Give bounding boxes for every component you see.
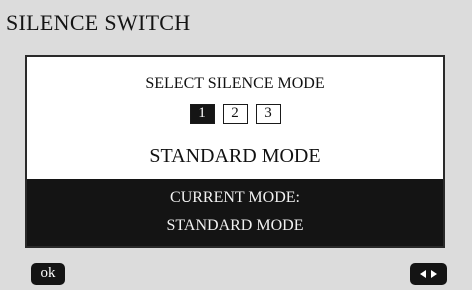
mode-3-button[interactable]: 3 <box>255 104 281 124</box>
selected-mode-name: STANDARD MODE <box>149 145 321 167</box>
mode-1-button[interactable]: 1 <box>189 104 215 124</box>
select-silence-mode-label: SELECT SILENCE MODE <box>145 75 325 92</box>
current-mode-box: CURRENT MODE: STANDARD MODE <box>27 179 443 246</box>
navigate-button[interactable] <box>410 263 447 285</box>
left-right-arrows-icon <box>420 270 437 278</box>
silence-mode-panel: SELECT SILENCE MODE 1 2 3 STANDARD MODE … <box>25 55 445 248</box>
mode-selector: 1 2 3 <box>27 104 443 124</box>
current-mode-value: STANDARD MODE <box>166 217 304 234</box>
mode-2-button[interactable]: 2 <box>222 104 248 124</box>
page-title: SILENCE SWITCH <box>6 10 191 35</box>
current-mode-label: CURRENT MODE: <box>170 189 300 206</box>
ok-button[interactable]: ok <box>31 263 65 285</box>
header-bar: SILENCE SWITCH <box>0 0 472 43</box>
silence-switch-screen: SILENCE SWITCH SELECT SILENCE MODE 1 2 3… <box>0 0 472 290</box>
